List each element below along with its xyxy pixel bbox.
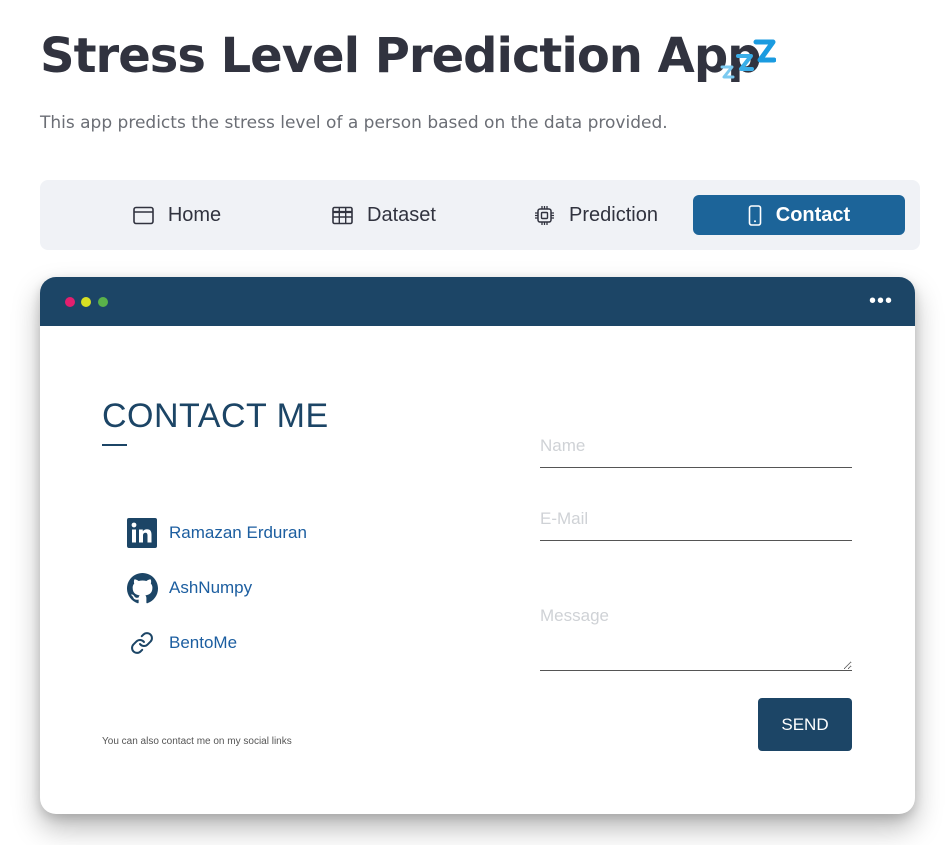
email-field[interactable] bbox=[540, 497, 852, 541]
window-icon bbox=[133, 206, 154, 224]
heading-underline bbox=[102, 444, 127, 446]
name-field[interactable] bbox=[540, 424, 852, 468]
window-dot-red bbox=[65, 297, 75, 307]
social-link-label[interactable]: AshNumpy bbox=[169, 578, 252, 598]
nav-item-label: Contact bbox=[775, 203, 851, 226]
table-icon bbox=[332, 206, 353, 224]
page-subtitle: This app predicts the stress level of a … bbox=[40, 113, 668, 133]
nav-item-prediction[interactable]: Prediction bbox=[501, 195, 691, 235]
window-dot-yellow bbox=[81, 297, 91, 307]
more-horizontal-icon[interactable]: ••• bbox=[869, 291, 893, 311]
github-icon bbox=[126, 572, 158, 604]
page: Stress Level Prediction App This app pre… bbox=[0, 0, 950, 845]
link-icon bbox=[126, 627, 158, 659]
nav-menu: Home Dataset Prediction Contact bbox=[40, 180, 920, 250]
social-links-note: You can also contact me on my social lin… bbox=[102, 736, 292, 747]
nav-item-label: Home bbox=[167, 203, 222, 226]
social-link-bentome[interactable]: BentoMe bbox=[126, 627, 237, 659]
contact-heading: CONTACT ME bbox=[102, 397, 329, 435]
contact-card: ••• CONTACT ME Ramazan Erduran AshNumpy … bbox=[40, 277, 915, 814]
nav-item-dataset[interactable]: Dataset bbox=[289, 195, 479, 235]
nav-item-contact[interactable]: Contact bbox=[693, 195, 905, 235]
page-title: Stress Level Prediction App bbox=[40, 28, 762, 84]
social-link-github[interactable]: AshNumpy bbox=[126, 572, 252, 604]
send-button[interactable]: SEND bbox=[758, 698, 852, 751]
linkedin-icon bbox=[126, 517, 158, 549]
nav-item-home[interactable]: Home bbox=[82, 195, 272, 235]
window-dot-green bbox=[98, 297, 108, 307]
phone-icon bbox=[748, 204, 762, 226]
social-link-linkedin[interactable]: Ramazan Erduran bbox=[126, 517, 307, 549]
cpu-icon bbox=[535, 205, 555, 225]
social-link-label[interactable]: BentoMe bbox=[169, 633, 237, 653]
social-link-label[interactable]: Ramazan Erduran bbox=[169, 523, 307, 543]
window-title-bar: ••• bbox=[40, 277, 915, 326]
nav-item-label: Dataset bbox=[367, 203, 436, 226]
nav-item-label: Prediction bbox=[569, 203, 658, 226]
message-field[interactable] bbox=[540, 602, 852, 671]
zzz-sleep-icon bbox=[720, 39, 776, 79]
